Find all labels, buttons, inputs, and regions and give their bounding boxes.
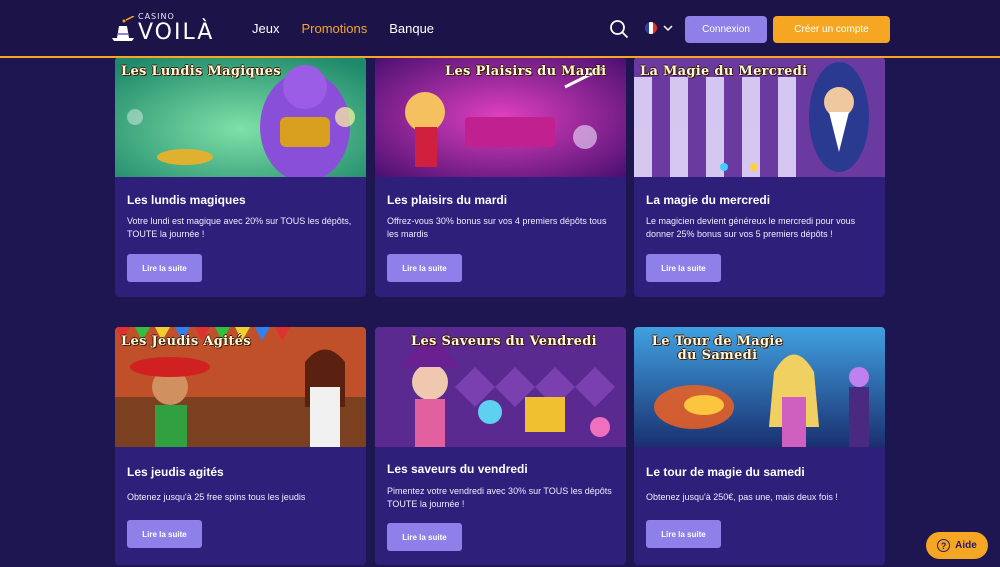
language-selector[interactable]: [645, 22, 673, 34]
promo-title: Les jeudis agités: [127, 465, 224, 479]
read-more-button[interactable]: Lire la suite: [387, 254, 462, 282]
promo-title: La magie du mercredi: [646, 193, 771, 207]
login-button[interactable]: Connexion: [685, 16, 767, 43]
question-icon: ?: [937, 539, 951, 552]
promo-banner-image: Les Jeudis Agités: [115, 327, 366, 447]
promo-card: Les Jeudis Agités Les jeudis agités Obte…: [115, 327, 366, 565]
create-account-button[interactable]: Créer un compte: [773, 16, 890, 43]
promo-banner-title: Les Saveurs du Vendredi: [411, 334, 597, 349]
promo-banner-image: Les Lundis Magiques: [115, 57, 366, 177]
site-header: CASINO VOILÀ Jeux Promotions Banque Conn…: [0, 0, 1000, 58]
promo-title: Les saveurs du vendredi: [387, 462, 528, 476]
promo-banner-title: La Magie du Mercredi: [640, 64, 808, 79]
promo-title: Le tour de magie du samedi: [646, 465, 805, 479]
nav-jeux[interactable]: Jeux: [252, 21, 279, 36]
promo-description: Offrez-vous 30% bonus sur vos 4 premiers…: [387, 216, 607, 239]
french-flag-icon: [645, 22, 657, 34]
promo-card: Les Saveurs du Vendredi Les saveurs du v…: [375, 327, 626, 565]
casino-voila-logo[interactable]: CASINO VOILÀ: [108, 12, 218, 48]
logo-big-text: VOILÀ: [138, 20, 215, 45]
read-more-button[interactable]: Lire la suite: [127, 520, 202, 548]
read-more-button[interactable]: Lire la suite: [646, 520, 721, 548]
promo-banner-title: Les Plaisirs du Mardi: [445, 64, 607, 79]
help-label: Aide: [955, 540, 977, 551]
promo-card: Le Tour de Magie du Samedi Le tour de ma…: [634, 327, 885, 565]
main-nav: Jeux Promotions Banque: [252, 21, 434, 36]
promo-banner-title: Les Lundis Magiques: [121, 64, 281, 79]
promo-title: Les lundis magiques: [127, 193, 246, 207]
help-button[interactable]: ? Aide: [926, 532, 988, 559]
read-more-button[interactable]: Lire la suite: [387, 523, 462, 551]
nav-promotions[interactable]: Promotions: [301, 21, 367, 36]
promo-banner-title: Les Jeudis Agités: [121, 334, 251, 349]
search-icon[interactable]: [609, 19, 629, 39]
promo-description: Votre lundi est magique avec 20% sur TOU…: [127, 216, 352, 239]
promo-title: Les plaisirs du mardi: [387, 193, 508, 207]
promo-card: La Magie du Mercredi La magie du mercred…: [634, 57, 885, 297]
promo-description: Pimentez votre vendredi avec 30% sur TOU…: [387, 486, 612, 509]
promo-description: Obtenez jusqu'à 250€, pas une, mais deux…: [646, 492, 838, 502]
promo-banner-image: Les Plaisirs du Mardi: [375, 57, 626, 177]
promo-card: Les Plaisirs du Mardi Les plaisirs du ma…: [375, 57, 626, 297]
read-more-button[interactable]: Lire la suite: [646, 254, 721, 282]
read-more-button[interactable]: Lire la suite: [127, 254, 202, 282]
promo-description: Obtenez jusqu'à 25 free spins tous les j…: [127, 492, 306, 502]
promo-banner-title: Le Tour de Magie du Samedi: [651, 334, 784, 363]
promo-card: Les Lundis Magiques Les lundis magiques …: [115, 57, 366, 297]
chevron-down-icon: [663, 25, 673, 32]
promo-banner-image: Le Tour de Magie du Samedi: [634, 327, 885, 447]
nav-banque[interactable]: Banque: [389, 21, 434, 36]
magic-hat-icon: [112, 16, 135, 41]
promo-description: Le magicien devient généreux le mercredi…: [646, 216, 856, 239]
promo-banner-image: La Magie du Mercredi: [634, 57, 885, 177]
promo-banner-image: Les Saveurs du Vendredi: [375, 327, 626, 447]
